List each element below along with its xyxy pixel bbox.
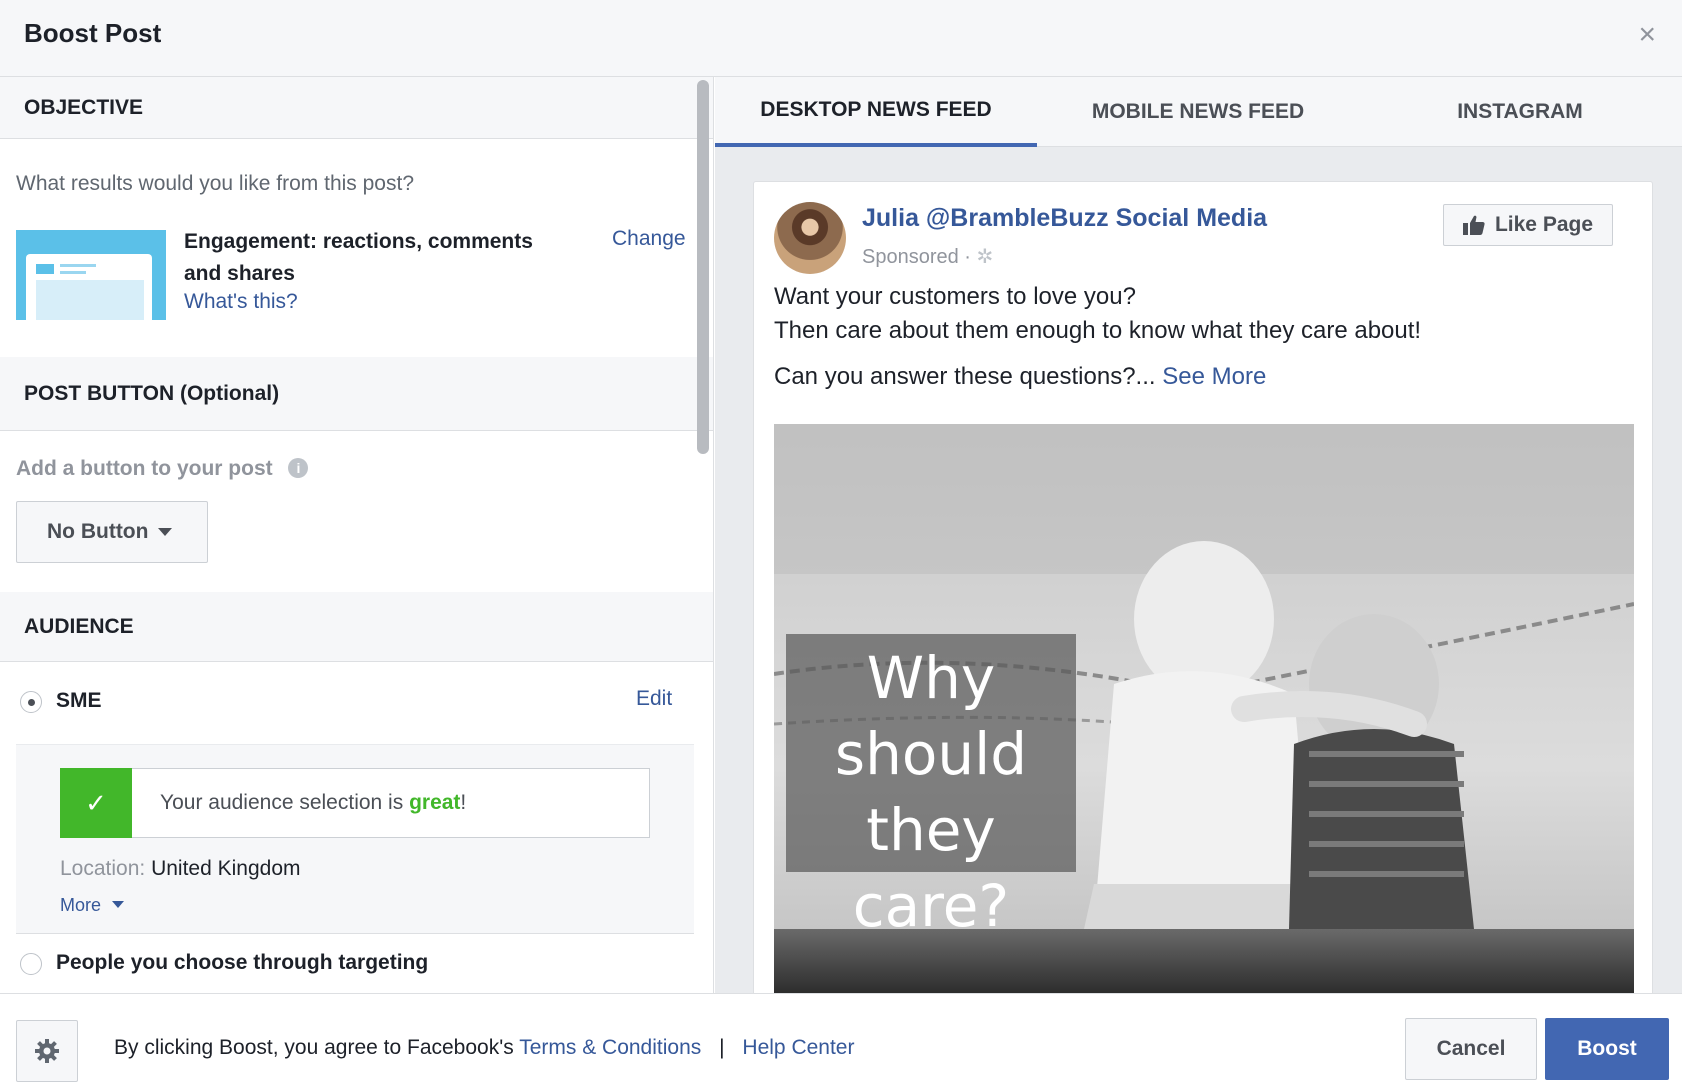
- post-text-line-3: Can you answer these questions?... See M…: [774, 363, 1267, 390]
- post-button-heading: POST BUTTON (Optional): [0, 357, 713, 431]
- tab-instagram[interactable]: INSTAGRAM: [1359, 77, 1681, 147]
- whats-this-link[interactable]: What's this?: [184, 290, 298, 314]
- objective-heading: OBJECTIVE: [0, 77, 713, 139]
- help-center-link[interactable]: Help Center: [742, 1036, 854, 1059]
- preview-panel: DESKTOP NEWS FEED MOBILE NEWS FEED INSTA…: [715, 77, 1682, 993]
- globe-icon: ✲: [976, 246, 994, 268]
- post-image: Why should they care?: [774, 424, 1634, 993]
- objective-selection: Engagement: reactions, comments and shar…: [184, 230, 533, 285]
- thumbs-up-icon: [1462, 215, 1485, 235]
- audience-location: Location: United Kingdom: [60, 857, 301, 880]
- dialog-title: Boost Post: [24, 18, 162, 48]
- page-avatar[interactable]: [774, 202, 846, 274]
- tab-desktop-news-feed[interactable]: DESKTOP NEWS FEED: [715, 77, 1037, 147]
- more-details-link[interactable]: More: [60, 895, 125, 916]
- engagement-thumbnail-icon: [16, 230, 166, 320]
- dialog-footer: By clicking Boost, you agree to Facebook…: [0, 993, 1682, 1088]
- image-text-overlay: Why should they care?: [786, 634, 1076, 940]
- audience-option-sme: SME: [56, 689, 102, 712]
- left-panel-scrollbar[interactable]: [697, 80, 709, 454]
- audience-radio-sme[interactable]: [20, 691, 42, 713]
- preview-tabs: DESKTOP NEWS FEED MOBILE NEWS FEED INSTA…: [715, 77, 1682, 147]
- settings-panel[interactable]: OBJECTIVE What results would you like fr…: [0, 77, 714, 993]
- audience-radio-targeting[interactable]: [20, 953, 42, 975]
- sponsored-label: Sponsored · ✲: [862, 246, 994, 268]
- audience-status-box: ✓ Your audience selection is great!: [60, 768, 650, 838]
- caret-down-icon: [158, 528, 173, 536]
- audience-option-targeting: People you choose through targeting: [56, 951, 429, 974]
- change-objective-link[interactable]: Change: [612, 227, 686, 251]
- post-preview-card: Julia @BrambleBuzz Social Media Sponsore…: [753, 181, 1653, 993]
- terms-link[interactable]: Terms & Conditions: [519, 1036, 701, 1059]
- audience-details: ✓ Your audience selection is great! Loca…: [16, 744, 694, 934]
- tab-mobile-news-feed[interactable]: MOBILE NEWS FEED: [1037, 77, 1359, 147]
- caret-down-icon: [112, 901, 125, 908]
- see-more-link[interactable]: See More: [1162, 363, 1266, 390]
- like-page-button[interactable]: Like Page: [1443, 204, 1613, 246]
- gear-icon: [35, 1039, 59, 1063]
- checkmark-icon: ✓: [60, 768, 132, 838]
- footer-agreement: By clicking Boost, you agree to Facebook…: [114, 1036, 855, 1059]
- boost-button[interactable]: Boost: [1545, 1018, 1669, 1080]
- audience-status-text: Your audience selection is great!: [160, 791, 467, 814]
- post-text-line-2: Then care about them enough to know what…: [774, 317, 1422, 344]
- info-icon[interactable]: i: [288, 458, 309, 478]
- post-button-dropdown[interactable]: No Button: [16, 501, 208, 563]
- dialog-header: Boost Post ×: [0, 0, 1682, 77]
- add-button-label: Add a button to your post i: [16, 457, 309, 481]
- objective-question: What results would you like from this po…: [16, 172, 414, 195]
- post-text-line-1: Want your customers to love you?: [774, 283, 1136, 310]
- close-icon[interactable]: ×: [1638, 20, 1656, 50]
- cancel-button[interactable]: Cancel: [1405, 1018, 1537, 1080]
- edit-audience-link[interactable]: Edit: [636, 687, 672, 711]
- page-name-link[interactable]: Julia @BrambleBuzz Social Media: [862, 204, 1267, 233]
- settings-button[interactable]: [16, 1020, 78, 1082]
- audience-heading: AUDIENCE: [0, 592, 713, 662]
